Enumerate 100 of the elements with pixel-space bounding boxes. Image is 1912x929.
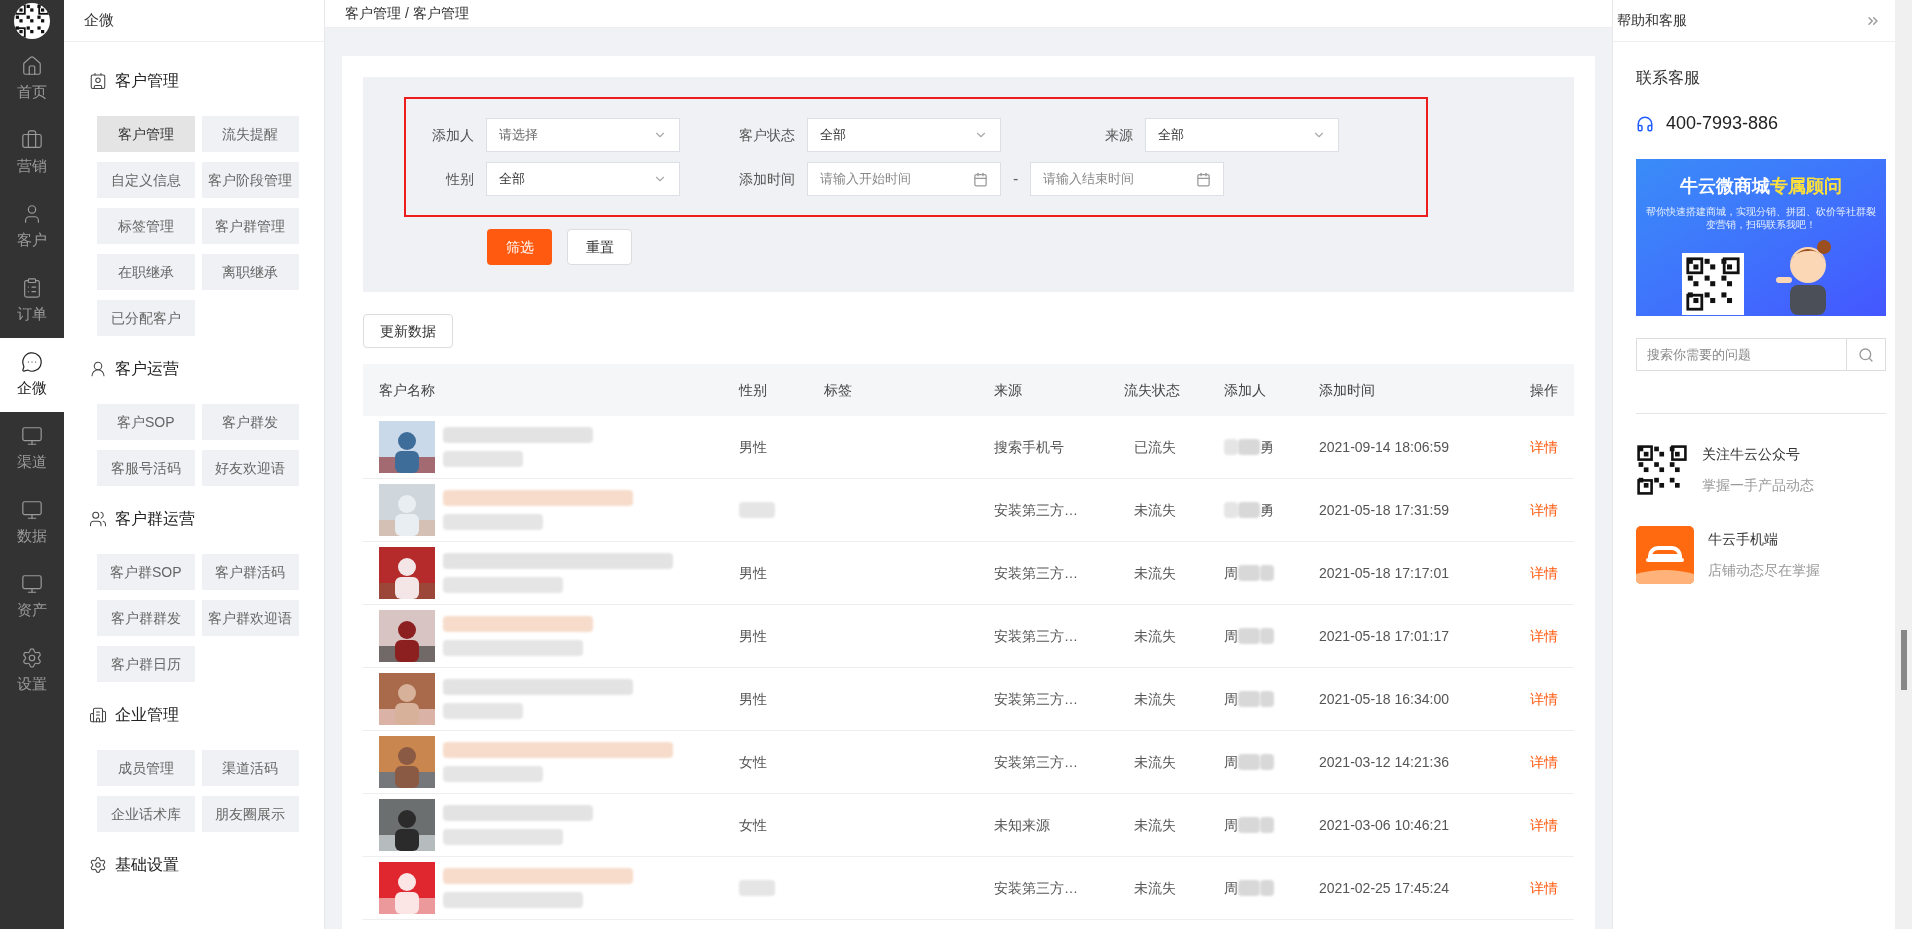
submenu-item[interactable]: 客户群管理 (201, 208, 299, 244)
headset-icon (1636, 114, 1654, 133)
filter-label: 来源 (1104, 125, 1134, 145)
table-cell-text: 未流失 (1133, 816, 1176, 833)
table-cell: 男性 (739, 627, 767, 644)
table-cell: 2021-05-18 17:31:59 (1319, 501, 1449, 518)
submenu-item[interactable]: 已分配客户 (97, 300, 195, 336)
nav-item[interactable]: 首页 (0, 42, 64, 116)
submenu-item[interactable]: 标签管理 (97, 208, 195, 244)
submenu-item[interactable]: 企业话术库 (97, 796, 195, 832)
submenu-title: 企微 (64, 0, 324, 42)
filter-label: 客户状态 (738, 125, 796, 145)
table-cell: 安装第三方… (994, 501, 1078, 518)
table-cell: 安装第三方… (994, 627, 1078, 644)
nav-item[interactable]: 渠道 (0, 412, 64, 486)
detail-link[interactable]: 详情 (1530, 501, 1558, 518)
column-header: 客户名称 (379, 381, 435, 398)
date-field[interactable]: 请输入结束时间 (1030, 162, 1225, 196)
column-header: 添加人 (1224, 381, 1266, 398)
table-cell-text: 未流失 (1133, 879, 1176, 896)
range-separator: - (1012, 169, 1020, 189)
home-icon (21, 54, 43, 77)
submenu-item[interactable]: 客户群SOP (97, 554, 195, 590)
submenu-item[interactable]: 流失提醒 (201, 116, 299, 152)
reset-button[interactable]: 重置 (567, 229, 632, 265)
table-cell: 安装第三方… (994, 879, 1078, 896)
promo-title: 牛云手机端 (1708, 530, 1779, 549)
submenu-item[interactable]: 客户管理 (97, 116, 195, 152)
nav-item[interactable]: 设置 (0, 634, 64, 708)
submenu-item[interactable]: 客户群发 (201, 404, 299, 440)
filter-label: 添加人 (431, 125, 475, 145)
table-cell-text: 已流失 (1133, 438, 1176, 455)
submenu-item[interactable]: 客户群欢迎语 (201, 600, 299, 636)
promo-subtitle: 掌握一手产品动态 (1702, 476, 1814, 495)
submenu-item[interactable]: 自定义信息 (97, 162, 195, 198)
detail-link[interactable]: 详情 (1530, 627, 1558, 644)
breadcrumb: 客户管理 / 客户管理 (345, 4, 469, 23)
person-icon (89, 360, 107, 378)
monitor-icon (21, 424, 43, 447)
monitor-icon (21, 498, 43, 521)
nav-item[interactable]: 资产 (0, 560, 64, 634)
nav-item[interactable]: 企微 (0, 338, 64, 412)
column-header: 性别 (739, 381, 767, 398)
column-header: 添加时间 (1319, 381, 1375, 398)
promo-subtitle: 店铺动态尽在掌握 (1708, 561, 1820, 580)
detail-link[interactable]: 详情 (1530, 816, 1558, 833)
banner-text: 帮你快速搭建商城，实现分销、拼团、砍价等社群裂变营销，扫码联系我吧！ (1645, 205, 1877, 231)
nav-item[interactable]: 客户 (0, 190, 64, 264)
detail-link[interactable]: 详情 (1530, 690, 1558, 707)
table-cell-text: 周 (1224, 626, 1238, 646)
table-cell-text: 周 (1224, 815, 1238, 835)
submenu-item[interactable]: 客户SOP (97, 404, 195, 440)
submenu-item[interactable]: 客户群群发 (97, 600, 195, 636)
submenu-item[interactable]: 渠道活码 (201, 750, 299, 786)
date-field[interactable]: 请输入开始时间 (807, 162, 1001, 196)
calendar-icon (973, 171, 988, 187)
table-cell: 2021-02-25 17:45:24 (1319, 879, 1449, 896)
settings-icon (21, 646, 43, 669)
detail-link[interactable]: 详情 (1530, 438, 1558, 455)
nav-item[interactable]: 订单 (0, 264, 64, 338)
banner-title: 牛云微商城专属顾问 (1680, 175, 1842, 198)
detail-link[interactable]: 详情 (1530, 753, 1558, 770)
submenu-item[interactable]: 成员管理 (97, 750, 195, 786)
section-title: 客户群运营 (115, 509, 195, 529)
contact-title: 联系客服 (1636, 68, 1701, 88)
submenu-item[interactable]: 客户阶段管理 (201, 162, 299, 198)
table-cell: 2021-03-12 14:21:36 (1319, 753, 1449, 770)
blurred-text (739, 880, 775, 896)
submenu-item[interactable]: 客户群活码 (201, 554, 299, 590)
column-header: 操作 (1530, 381, 1558, 398)
logo-icon (14, 3, 50, 39)
monitor-icon (21, 572, 43, 595)
app-logo-icon (1636, 526, 1694, 584)
submenu-item[interactable]: 客户群日历 (97, 646, 195, 682)
briefcase-icon (21, 128, 43, 151)
detail-link[interactable]: 详情 (1530, 564, 1558, 581)
submenu-item[interactable]: 客服号活码 (97, 450, 195, 486)
select-field[interactable]: 全部 (486, 162, 680, 196)
select-field[interactable]: 请选择 (486, 118, 680, 152)
nav-item[interactable]: 营销 (0, 116, 64, 190)
column-header: 流失状态 (1124, 381, 1180, 398)
users-icon (89, 510, 107, 528)
table-cell: 女性 (739, 816, 767, 833)
filter-label: 添加时间 (738, 169, 796, 189)
submenu-item[interactable]: 好友欢迎语 (201, 450, 299, 486)
refresh-button[interactable]: 更新数据 (363, 314, 453, 348)
detail-link[interactable]: 详情 (1530, 879, 1558, 896)
table-cell-text: 未流失 (1133, 564, 1176, 581)
submenu-item[interactable]: 在职继承 (97, 254, 195, 290)
nav-item[interactable]: 数据 (0, 486, 64, 560)
submenu-item[interactable]: 离职继承 (201, 254, 299, 290)
table-cell-text: 未流失 (1133, 627, 1176, 644)
table-cell: 男性 (739, 690, 767, 707)
select-field[interactable]: 全部 (807, 118, 1001, 152)
table-cell: 安装第三方… (994, 564, 1078, 581)
select-field[interactable]: 全部 (1145, 118, 1339, 152)
scrollbar-thumb[interactable] (1900, 630, 1907, 690)
submenu-item[interactable]: 朋友圈展示 (201, 796, 299, 832)
table-cell: 女性 (739, 753, 767, 770)
filter-button[interactable]: 筛选 (487, 229, 552, 265)
